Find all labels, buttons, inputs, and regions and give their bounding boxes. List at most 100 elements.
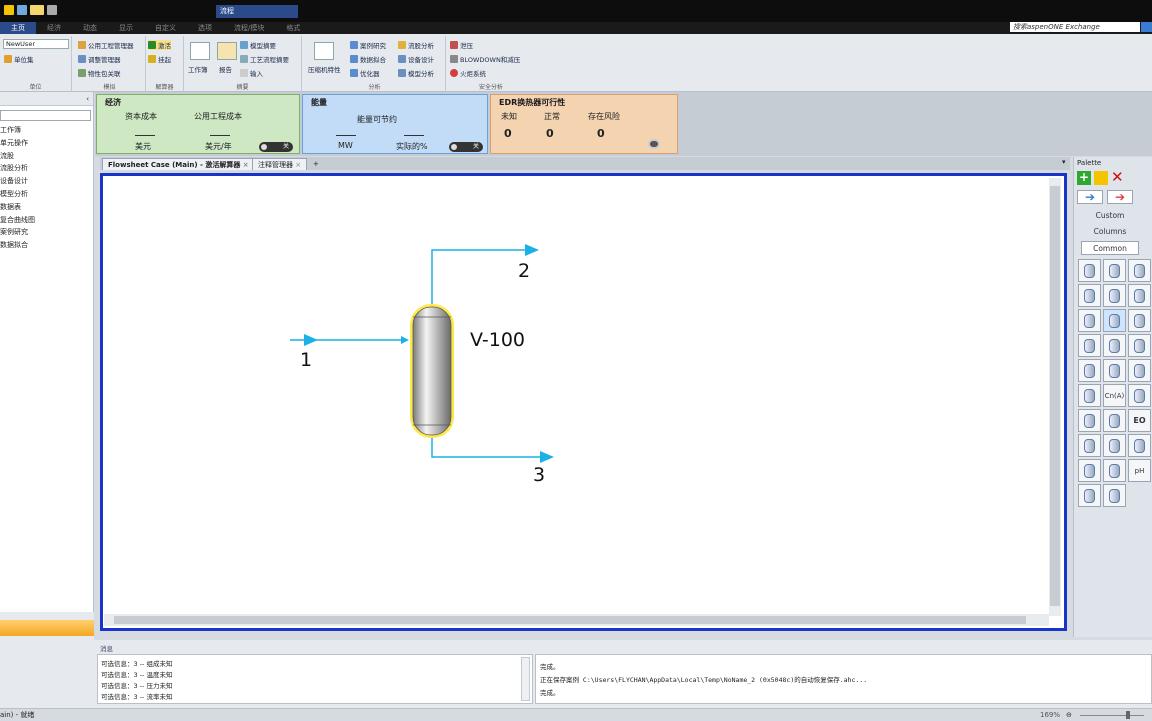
nav-item[interactable]: 设备设计 (0, 175, 93, 188)
units-combo[interactable]: NewUser (3, 39, 69, 49)
palette-tab-custom[interactable]: Custom (1081, 211, 1139, 220)
pipe-icon[interactable] (1103, 334, 1126, 357)
nav-item[interactable]: 流股 (0, 150, 93, 163)
new-tab-button[interactable]: + (308, 158, 324, 170)
palette-tab-columns[interactable]: Columns (1081, 227, 1139, 236)
nav-item[interactable]: 模型分析 (0, 188, 93, 201)
filter-icon[interactable] (1103, 459, 1126, 482)
undo-icon[interactable] (17, 5, 27, 15)
delete-icon[interactable]: ✕ (1111, 170, 1127, 186)
tee-icon[interactable] (1103, 259, 1126, 282)
adjust-icon[interactable] (1128, 384, 1151, 407)
economics-toggle[interactable]: 关 (259, 142, 293, 152)
nav-item[interactable]: 流股分析 (0, 162, 93, 175)
valve-icon[interactable] (1128, 334, 1151, 357)
separator-icon[interactable] (1078, 259, 1101, 282)
stream-label-1[interactable]: 1 (300, 349, 312, 371)
component-splitter-icon[interactable] (1078, 484, 1101, 507)
logic-icon[interactable] (1103, 484, 1126, 507)
workbook-icon[interactable] (190, 42, 210, 60)
cn-icon[interactable]: Cn(A) (1103, 384, 1126, 407)
process-summary-button[interactable]: 工艺流程摘要 (240, 54, 289, 64)
zoom-slider[interactable] (1080, 715, 1144, 716)
nav-item[interactable]: 单元操作 (0, 137, 93, 150)
case-study-button[interactable]: 案例研究 (350, 40, 386, 50)
nav-item[interactable]: 数据表 (0, 201, 93, 214)
tab-economics[interactable]: 经济 (36, 22, 72, 34)
vessel-icon[interactable] (1078, 459, 1101, 482)
pump-icon[interactable] (1103, 309, 1126, 332)
ph-icon[interactable]: pH (1128, 459, 1151, 482)
close-icon[interactable]: × (295, 161, 301, 169)
report-icon[interactable] (217, 42, 237, 60)
navigation-filter-combo[interactable] (0, 110, 91, 121)
message-scrollbar[interactable] (521, 657, 530, 701)
energy-stream-icon[interactable]: ➔ (1107, 190, 1133, 204)
set-icon[interactable] (1078, 384, 1101, 407)
column-icon[interactable] (1078, 434, 1101, 457)
separator-vessel[interactable] (410, 304, 454, 438)
nav-item[interactable]: 案例研究 (0, 226, 93, 239)
stream-label-2[interactable]: 2 (518, 260, 530, 282)
material-stream-icon[interactable]: ➔ (1077, 190, 1103, 204)
horizontal-scroll-thumb[interactable] (114, 616, 1026, 624)
compressor-curve-button[interactable]: 压缩机特性 (308, 64, 341, 74)
equipment-design-button[interactable]: 设备设计 (398, 54, 434, 64)
tab-home[interactable]: 主页 (0, 22, 36, 34)
tab-dynamics[interactable]: 动态 (72, 22, 108, 34)
adjust-manager-button[interactable]: 调整管理器 (78, 54, 121, 64)
unit-label[interactable]: V-100 (470, 329, 525, 351)
stream-label-3[interactable]: 3 (533, 464, 545, 486)
data-fit-button[interactable]: 数据拟合 (350, 54, 386, 64)
flowsheet-canvas[interactable]: V-100 1 2 3 (100, 173, 1067, 631)
collapse-pane-icon[interactable]: ‹ (86, 95, 89, 103)
solver-active-button[interactable]: 激活 (148, 40, 171, 50)
search-input[interactable]: 搜索aspenONE Exchange (1010, 22, 1140, 32)
heat-exchanger-icon[interactable] (1103, 284, 1126, 307)
mixer-icon[interactable] (1128, 259, 1151, 282)
optimizer-button[interactable]: 优化器 (350, 68, 380, 78)
zoom-out-icon[interactable]: ⊖ (1066, 709, 1072, 721)
lock-icon[interactable] (1094, 171, 1108, 185)
absorber-icon[interactable] (1103, 434, 1126, 457)
tab-dropdown-icon[interactable]: ▾ (1062, 158, 1066, 166)
splitter-icon[interactable] (1103, 359, 1126, 382)
close-icon[interactable]: × (243, 161, 249, 169)
compressor-curve-icon[interactable] (314, 42, 334, 60)
vertical-scroll-thumb[interactable] (1050, 186, 1060, 606)
nav-item[interactable]: 复合曲线图 (0, 214, 93, 227)
add-icon[interactable]: + (1077, 171, 1091, 185)
stream-3[interactable] (431, 438, 554, 463)
spreadsheet-icon[interactable] (1078, 409, 1101, 432)
unit-set-button[interactable]: 单位集 (4, 54, 34, 64)
energy-toggle[interactable]: 关 (449, 142, 483, 152)
eo-icon[interactable]: EO (1128, 409, 1151, 432)
reactor-icon[interactable] (1078, 334, 1101, 357)
balance-icon[interactable] (1103, 409, 1126, 432)
tab-view[interactable]: 显示 (108, 22, 144, 34)
relief-button[interactable]: 泄压 (450, 40, 473, 50)
property-package-button[interactable]: 物性包关联 (78, 68, 121, 78)
nav-item[interactable]: 数据拟合 (0, 239, 93, 252)
model-summary-button[interactable]: 模型摘要 (240, 40, 276, 50)
flare-system-button[interactable]: 火炬系统 (450, 68, 486, 78)
compressor-icon[interactable] (1128, 309, 1151, 332)
tab-format[interactable]: 格式 (275, 22, 311, 34)
blowdown-button[interactable]: BLOWDOWN和减压 (450, 54, 520, 64)
cooler-icon[interactable] (1128, 284, 1151, 307)
model-analysis-button[interactable]: 模型分析 (398, 68, 434, 78)
palette-tab-common[interactable]: Common (1081, 241, 1139, 255)
input-button[interactable]: 输入 (240, 68, 263, 78)
stream-analysis-button[interactable]: 流股分析 (398, 40, 434, 50)
tank-icon[interactable] (1128, 359, 1151, 382)
zoom-slider-thumb[interactable] (1126, 711, 1130, 719)
nav-item[interactable]: 工作簿 (0, 124, 93, 137)
stream-1[interactable] (290, 334, 409, 346)
recycle-icon[interactable] (1078, 284, 1101, 307)
tab-options[interactable]: 选项 (187, 22, 223, 34)
solver-hold-button[interactable]: 挂起 (148, 54, 171, 64)
utility-manager-button[interactable]: 公用工程管理器 (78, 40, 134, 50)
selected-section-bar[interactable] (0, 620, 94, 636)
edr-settings-icon[interactable] (648, 139, 660, 149)
save-icon[interactable] (4, 5, 14, 15)
